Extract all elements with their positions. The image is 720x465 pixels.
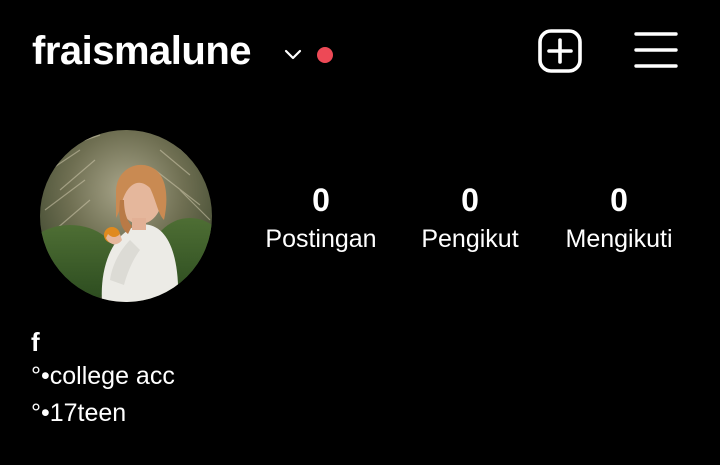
profile-screen: fraismalune 0 Postingan 0 Pengikut 0 Men… bbox=[0, 0, 720, 465]
following-label: Mengikuti bbox=[565, 225, 673, 253]
notification-dot bbox=[317, 47, 333, 63]
avatar-photo bbox=[40, 130, 212, 302]
bio-line: °•college acc bbox=[31, 362, 175, 390]
profile-header: fraismalune bbox=[0, 0, 720, 100]
stat-following[interactable]: 0 Mengikuti bbox=[552, 180, 686, 256]
chevron-down-icon[interactable] bbox=[282, 44, 304, 66]
display-name: f bbox=[31, 327, 40, 357]
followers-count: 0 bbox=[461, 182, 479, 218]
stat-followers[interactable]: 0 Pengikut bbox=[408, 180, 532, 256]
avatar[interactable] bbox=[40, 130, 212, 302]
following-count: 0 bbox=[610, 182, 628, 218]
plus-square-icon[interactable] bbox=[537, 28, 583, 74]
posts-label: Postingan bbox=[265, 225, 377, 253]
username-switcher[interactable]: fraismalune bbox=[32, 26, 252, 76]
stat-posts[interactable]: 0 Postingan bbox=[254, 180, 388, 256]
posts-count: 0 bbox=[312, 182, 330, 218]
followers-label: Pengikut bbox=[421, 225, 519, 253]
bio-line: °•17teen bbox=[31, 399, 127, 427]
hamburger-menu-icon[interactable] bbox=[634, 30, 678, 70]
